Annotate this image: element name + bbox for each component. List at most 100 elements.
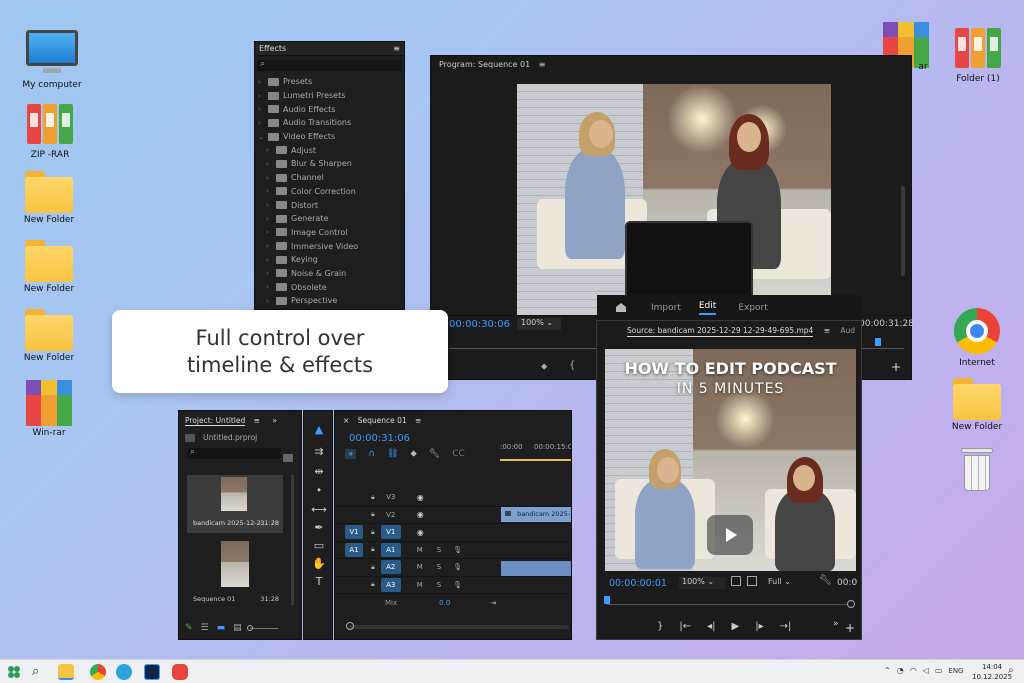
chevron-right-icon[interactable]: ›	[266, 146, 276, 154]
timeline-ruler[interactable]: :00:00 00:00:15:00	[500, 437, 571, 461]
play-icon[interactable]: ▶	[732, 621, 740, 632]
notification-icon[interactable]: ⌕	[1008, 665, 1014, 676]
program-timecode[interactable]: 00:00:30:06	[449, 319, 510, 330]
chevron-right-icon[interactable]: ›	[258, 119, 268, 127]
project-panel-title[interactable]: Project: Untitled	[185, 416, 246, 426]
desktop-icon-recycle-bin[interactable]	[939, 448, 1015, 492]
new-bin-icon[interactable]	[283, 454, 293, 462]
razor-tool-icon[interactable]: ⬩	[311, 483, 327, 497]
mark-out-icon[interactable]: }	[657, 621, 663, 632]
panel-menu-icon[interactable]: ≡	[393, 44, 400, 53]
clock[interactable]: 14:04 10.12.2025	[972, 662, 1012, 682]
pen-tool-icon[interactable]: ✒	[311, 521, 327, 534]
effects-item[interactable]: › Obsolete	[258, 280, 404, 294]
volume-icon[interactable]: ◁	[923, 666, 929, 675]
tab-edit[interactable]: Edit	[698, 301, 717, 315]
wifi-icon[interactable]: ◠	[910, 666, 917, 675]
icon-view-icon[interactable]: ▬	[217, 623, 226, 633]
track-row[interactable]: A1 🔒︎ A1 M S 🎙︎	[335, 542, 571, 559]
timeline-title[interactable]: Sequence 01	[358, 416, 407, 425]
effects-item[interactable]: › Distort	[258, 198, 404, 212]
track-target-button[interactable]: A3	[380, 577, 401, 592]
effects-item[interactable]: › Immersive Video	[258, 239, 404, 253]
project-item-sequence[interactable]: Sequence 01 31:28	[187, 539, 283, 605]
desktop-icon-new-folder-1[interactable]: New Folder	[11, 171, 87, 225]
effects-search-field[interactable]: ⌕	[257, 59, 401, 71]
effects-item[interactable]: › Audio Transitions	[258, 116, 404, 130]
track-target-button[interactable]: A2	[380, 560, 401, 575]
tab-import[interactable]: Import	[651, 303, 681, 313]
pencil-icon[interactable]: ✎	[185, 623, 193, 633]
panel-menu-icon[interactable]: ≡	[415, 416, 421, 425]
linked-selection-icon[interactable]: ⛓	[387, 449, 398, 459]
chevron-right-icon[interactable]: ›	[258, 78, 268, 86]
scroll-handle-icon[interactable]	[346, 622, 354, 630]
mix-value[interactable]: 0.0	[439, 599, 450, 607]
source-zoom-select[interactable]: 100% ⌄	[679, 577, 725, 589]
track-target-button[interactable]: V2	[381, 508, 401, 522]
panel-menu-icon[interactable]: ≡	[824, 326, 830, 335]
chrome-taskbar-icon[interactable]	[90, 664, 106, 680]
effects-item[interactable]: › Presets	[258, 75, 404, 89]
more-panels-icon[interactable]: »	[272, 416, 277, 425]
effects-item[interactable]: › Perspective	[258, 294, 404, 308]
effects-item[interactable]: › Blur & Sharpen	[258, 157, 404, 171]
search-icon[interactable]: ⌕	[32, 664, 48, 680]
eye-icon[interactable]: ◉	[417, 528, 424, 537]
add-button[interactable]: +	[891, 360, 901, 374]
project-search-field[interactable]: ⌕	[187, 447, 281, 459]
track-row[interactable]: 🔒︎ V3 ◉	[335, 489, 571, 507]
effects-item[interactable]: › Keying	[258, 253, 404, 267]
desktop-icon-my-computer[interactable]: My computer	[14, 30, 90, 90]
microphone-icon[interactable]: 🎙︎	[453, 563, 462, 571]
home-icon[interactable]	[615, 302, 627, 313]
file-explorer-icon[interactable]	[58, 664, 74, 680]
mute-button[interactable]: M	[417, 563, 423, 571]
clip-v1[interactable]: bandicam 2025-12-	[501, 507, 571, 522]
timeline-scrollbar[interactable]	[349, 625, 569, 629]
timeline-end-circle-icon[interactable]	[847, 600, 855, 608]
lock-icon[interactable]: 🔒︎	[371, 493, 375, 502]
mute-button[interactable]: M	[417, 581, 423, 589]
zoom-slider[interactable]	[246, 624, 278, 631]
photoshop-icon[interactable]	[144, 664, 160, 680]
source-patch-button[interactable]	[345, 490, 363, 504]
source-patch-button[interactable]	[345, 560, 363, 574]
effects-item[interactable]: › Adjust	[258, 143, 404, 157]
add-marker-icon[interactable]: ⬥	[410, 449, 416, 459]
playhead-marker-icon[interactable]	[875, 338, 881, 346]
go-to-end-icon[interactable]: ⇥	[490, 599, 496, 607]
microphone-icon[interactable]: 🎙︎	[453, 546, 462, 554]
effects-item[interactable]: › Lumetri Presets	[258, 89, 404, 103]
chevron-right-icon[interactable]: ›	[266, 256, 276, 264]
chevron-right-icon[interactable]: ›	[266, 174, 276, 182]
mute-button[interactable]: M	[417, 546, 423, 554]
chevron-right-icon[interactable]: ›	[266, 283, 276, 291]
effects-item[interactable]: › Image Control	[258, 226, 404, 240]
source-monitor-title[interactable]: Source: bandicam 2025-12-29 12-29-49-695…	[627, 326, 814, 337]
chevron-right-icon[interactable]: ›	[266, 187, 276, 195]
track-target-button[interactable]: A1	[380, 542, 401, 557]
source-timecode[interactable]: 00:00:00:01	[609, 578, 667, 589]
chevron-down-icon[interactable]: ⌄	[258, 133, 268, 141]
desktop-icon-internet[interactable]: Internet	[939, 308, 1015, 368]
scrollbar[interactable]	[291, 475, 294, 605]
hand-tool-icon[interactable]: ✋	[311, 557, 327, 570]
add-button[interactable]: +	[845, 621, 855, 635]
track-select-tool-icon[interactable]: ⇉	[311, 445, 327, 458]
lock-icon[interactable]: 🔒︎	[371, 563, 375, 572]
project-item-clip[interactable]: bandicam 2025-12-2... 31:28	[187, 475, 283, 533]
timeline-timecode[interactable]: 00:00:31:06	[349, 433, 410, 444]
chevron-right-icon[interactable]: ›	[266, 215, 276, 223]
network-icon[interactable]: ◔	[897, 666, 904, 675]
source-patch-button[interactable]: A1	[345, 542, 363, 557]
desktop-icon-zip-rar[interactable]: ZIP -RAR	[12, 104, 88, 160]
close-icon[interactable]: ×	[343, 416, 349, 425]
desktop-icon-folder-1[interactable]: Folder (1)	[940, 28, 1016, 84]
tab-export[interactable]: Export	[738, 303, 767, 313]
scrollbar[interactable]	[901, 186, 905, 276]
step-back-icon[interactable]: ◂|	[707, 621, 715, 632]
chevron-right-icon[interactable]: ›	[266, 269, 276, 277]
chevron-right-icon[interactable]: ›	[266, 242, 276, 250]
lock-icon[interactable]: 🔒︎	[371, 545, 375, 554]
